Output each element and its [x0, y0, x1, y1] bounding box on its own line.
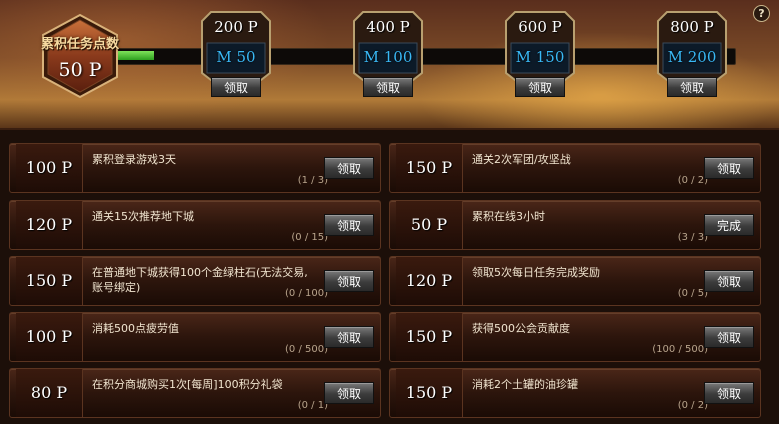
task-row: 120 P 通关15次推荐地下城 (0 / 15) 领取 [9, 200, 381, 250]
task-points: 50 P [396, 201, 463, 249]
milestone-800: 800 P M 200 领取 [657, 11, 727, 98]
task-progress: (100 / 500) [652, 344, 708, 355]
task-description: 通关15次推荐地下城 [92, 210, 194, 223]
task-row: 100 P 累积登录游戏3天 (1 / 3) 领取 [9, 143, 381, 193]
task-claim-button[interactable]: 领取 [324, 382, 374, 404]
task-description: 获得500公会贡献度 [472, 322, 570, 335]
milestone-200: 200 P M 50 领取 [201, 11, 271, 98]
task-row: 120 P 领取5次每日任务完成奖励 (0 / 5) 领取 [389, 256, 761, 306]
milestone-points: 200 P [214, 18, 258, 36]
milestone-claim-button[interactable]: 领取 [515, 77, 565, 97]
milestone-claim-button[interactable]: 领取 [667, 77, 717, 97]
task-row: 150 P 消耗2个土罐的油珍罐 (0 / 2) 领取 [389, 368, 761, 418]
task-list: 100 P 累积登录游戏3天 (1 / 3) 领取 120 P 通关15次推荐地… [0, 130, 779, 424]
task-description: 在积分商城购买1次[每周]100积分礼袋 [92, 378, 283, 391]
task-claim-button[interactable]: 领取 [324, 270, 374, 292]
task-claim-button[interactable]: 领取 [704, 270, 754, 292]
header-banner: 累积任务点数 50 P 200 P M 50 领取 400 P M 100 领取… [0, 0, 779, 130]
task-points: 150 P [396, 144, 463, 192]
milestone-points: 600 P [518, 18, 562, 36]
task-claim-button[interactable]: 领取 [704, 382, 754, 404]
task-points: 150 P [16, 257, 83, 305]
milestone-reward: M 100 [363, 48, 413, 66]
milestone-400: 400 P M 100 领取 [353, 11, 423, 98]
task-description: 通关2次军团/攻坚战 [472, 153, 571, 166]
milestone-claim-button[interactable]: 领取 [211, 77, 261, 97]
task-progress: (0 / 100) [285, 288, 328, 299]
milestone-points: 800 P [670, 18, 714, 36]
task-claim-button[interactable]: 领取 [324, 157, 374, 179]
task-claim-button[interactable]: 领取 [704, 326, 754, 348]
task-description: 消耗500点疲劳值 [92, 322, 179, 335]
milestone-600: 600 P M 150 领取 [505, 11, 575, 98]
task-description: 领取5次每日任务完成奖励 [472, 266, 600, 279]
task-points: 120 P [16, 201, 83, 249]
task-row: 150 P 在普通地下城获得100个金绿柱石(无法交易, 账号绑定) (0 / … [9, 256, 381, 306]
task-progress: (0 / 500) [285, 344, 328, 355]
milestone-reward: M 200 [667, 48, 717, 66]
task-progress: (0 / 15) [291, 232, 328, 243]
task-points: 150 P [396, 313, 463, 361]
task-row: 100 P 消耗500点疲劳值 (0 / 500) 领取 [9, 312, 381, 362]
task-claim-button[interactable]: 领取 [704, 157, 754, 179]
accumulated-points-label: 累积任务点数 [40, 37, 119, 52]
task-claim-button[interactable]: 领取 [324, 326, 374, 348]
task-points: 80 P [16, 369, 83, 417]
task-description: 消耗2个土罐的油珍罐 [472, 378, 578, 391]
milestone-claim-button[interactable]: 领取 [363, 77, 413, 97]
accumulated-points-badge: 累积任务点数 50 P [40, 13, 120, 99]
task-points: 150 P [396, 369, 463, 417]
hexagon-icon [42, 13, 118, 99]
milestone-points: 400 P [366, 18, 410, 36]
task-complete-button[interactable]: 完成 [704, 214, 754, 236]
task-points: 120 P [396, 257, 463, 305]
task-row: 150 P 获得500公会贡献度 (100 / 500) 领取 [389, 312, 761, 362]
task-description: 累积在线3小时 [472, 210, 545, 223]
task-row: 150 P 通关2次军团/攻坚战 (0 / 2) 领取 [389, 143, 761, 193]
task-claim-button[interactable]: 领取 [324, 214, 374, 236]
task-row: 80 P 在积分商城购买1次[每周]100积分礼袋 (0 / 1) 领取 [9, 368, 381, 418]
task-description: 累积登录游戏3天 [92, 153, 176, 166]
milestone-reward: M 150 [515, 48, 565, 66]
milestone-reward: M 50 [216, 48, 256, 66]
task-points: 100 P [16, 313, 83, 361]
accumulated-points-value: 50 P [58, 59, 102, 81]
help-icon[interactable]: ? [753, 5, 770, 22]
task-points: 100 P [16, 144, 83, 192]
task-description: 在普通地下城获得100个金绿柱石(无法交易, 账号绑定) [92, 266, 308, 294]
task-row: 50 P 累积在线3小时 (3 / 3) 完成 [389, 200, 761, 250]
